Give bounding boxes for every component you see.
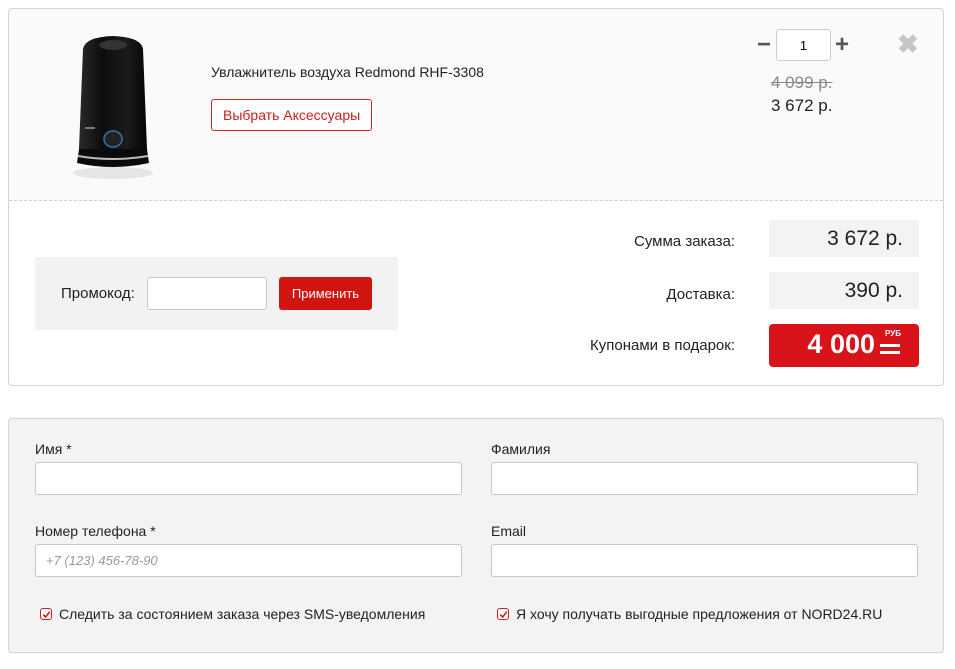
- order-sum-label: Сумма заказа:: [634, 233, 735, 250]
- coupon-amount: 4 000: [807, 329, 875, 359]
- choose-accessories-button[interactable]: Выбрать Аксессуары: [211, 99, 373, 131]
- ruble-sign-stroke: [880, 351, 900, 354]
- current-price: 3 672 р.: [771, 96, 833, 115]
- email-label: Email: [491, 523, 527, 539]
- quantity-decrease-button[interactable]: −: [757, 32, 771, 58]
- checkmark-icon: [499, 611, 508, 619]
- quantity-increase-button[interactable]: +: [835, 32, 849, 58]
- offers-checkbox[interactable]: [497, 608, 509, 620]
- email-field[interactable]: [491, 544, 918, 577]
- checkmark-icon: [42, 611, 51, 619]
- coupon-badge: 4 000 РУБ: [769, 324, 919, 367]
- promo-code-panel: Промокод: Применить: [35, 257, 398, 330]
- order-sum-value: 3 672 р.: [769, 220, 919, 257]
- delivery-value: 390 р.: [769, 272, 919, 309]
- sms-checkbox-label[interactable]: Следить за состоянием заказа через SMS-у…: [59, 606, 425, 622]
- promo-code-label: Промокод:: [61, 285, 135, 302]
- coupons-label: Купонами в подарок:: [590, 337, 735, 354]
- offers-checkbox-label[interactable]: Я хочу получать выгодные предложения от …: [516, 606, 882, 622]
- promo-code-input[interactable]: [147, 277, 267, 310]
- last-name-label: Фамилия: [491, 441, 551, 457]
- apply-promo-button[interactable]: Применить: [279, 277, 372, 310]
- old-price: 4 099 р.: [771, 73, 833, 92]
- quantity-input[interactable]: [776, 29, 831, 61]
- last-name-field[interactable]: [491, 462, 918, 495]
- coupon-currency: РУБ: [885, 329, 901, 338]
- first-name-field[interactable]: [35, 462, 462, 495]
- cart-panel: Увлажнитель воздуха Redmond RHF-3308 Выб…: [8, 8, 944, 386]
- product-name[interactable]: Увлажнитель воздуха Redmond RHF-3308: [211, 64, 484, 80]
- product-image[interactable]: [63, 31, 163, 186]
- phone-field[interactable]: [35, 544, 462, 577]
- first-name-label: Имя *: [35, 441, 72, 457]
- cart-item-row: Увлажнитель воздуха Redmond RHF-3308 Выб…: [9, 9, 943, 201]
- close-icon[interactable]: ✖: [897, 31, 919, 57]
- delivery-label: Доставка:: [666, 286, 735, 303]
- customer-form: Имя * Фамилия Номер телефона * Email Сле…: [8, 418, 944, 653]
- sms-checkbox[interactable]: [40, 608, 52, 620]
- ruble-sign-stroke: [880, 344, 900, 347]
- phone-label: Номер телефона *: [35, 523, 156, 539]
